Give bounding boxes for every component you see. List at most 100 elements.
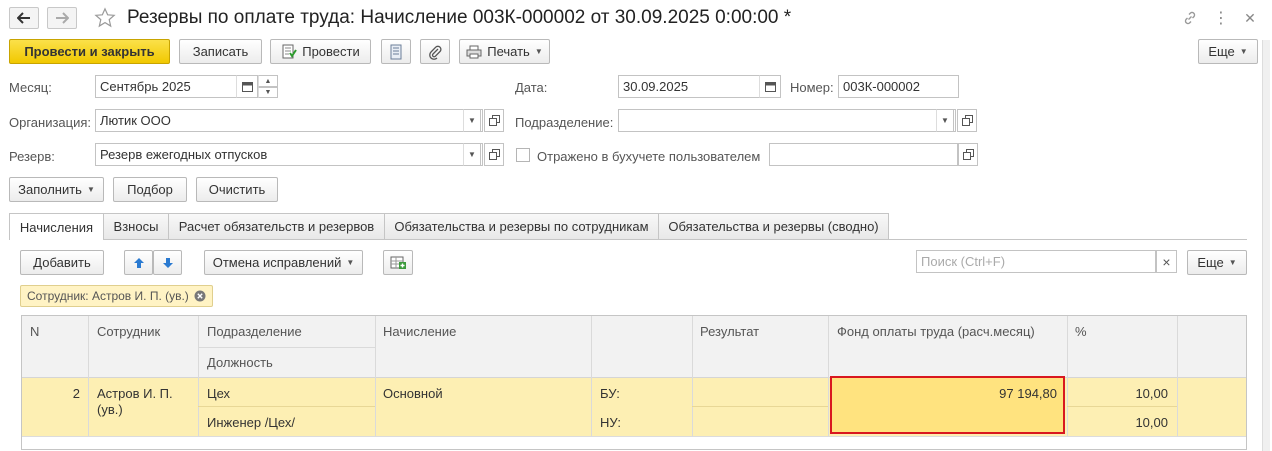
row-fund[interactable]: 97 194,80 xyxy=(837,386,1057,401)
tab-by-employees[interactable]: Обязательства и резервы по сотрудникам xyxy=(384,213,659,239)
arrow-left-icon xyxy=(17,12,30,24)
month-decrement-button[interactable]: ▼ xyxy=(258,87,278,98)
table-more-label: Еще xyxy=(1197,255,1224,270)
col-header-position[interactable]: Должность xyxy=(207,355,273,370)
month-field[interactable]: Сентябрь 2025 xyxy=(95,75,258,98)
fund-cell-selected[interactable] xyxy=(830,376,1065,434)
move-down-button[interactable] xyxy=(153,250,182,275)
select-button[interactable]: Подбор xyxy=(113,177,187,202)
move-up-button[interactable] xyxy=(124,250,153,275)
save-button[interactable]: Записать xyxy=(179,39,262,64)
row-separator xyxy=(22,436,1246,437)
attach-files-button[interactable] xyxy=(420,39,450,64)
row-subdivider xyxy=(692,406,828,407)
organization-open-button[interactable] xyxy=(484,109,504,132)
reserve-dropdown-button[interactable]: ▼ xyxy=(463,143,481,166)
month-increment-button[interactable]: ▲ xyxy=(258,75,278,87)
remove-filter-icon[interactable] xyxy=(194,290,206,302)
department-open-button[interactable] xyxy=(957,109,977,132)
number-label: Номер: xyxy=(790,80,834,95)
cancel-corrections-button[interactable]: Отмена исправлений ▼ xyxy=(204,250,363,275)
department-dropdown-button[interactable]: ▼ xyxy=(936,109,954,132)
department-label: Подразделение: xyxy=(515,115,614,130)
row-number: 2 xyxy=(72,386,80,401)
add-row-button[interactable]: Добавить xyxy=(20,250,104,275)
col-header-percent[interactable]: % xyxy=(1075,324,1087,339)
organization-dropdown-button[interactable]: ▼ xyxy=(463,109,481,132)
print-label: Печать xyxy=(487,44,530,59)
calendar-button[interactable] xyxy=(236,75,258,98)
window-title: Резервы по оплате труда: Начисление 003К… xyxy=(127,7,792,28)
tab-strip-line xyxy=(9,239,1247,240)
col-header-employee[interactable]: Сотрудник xyxy=(97,324,160,339)
post-button[interactable]: Провести xyxy=(270,39,371,64)
tab-accruals[interactable]: Начисления xyxy=(9,213,104,240)
row-percent-bu[interactable]: 10,00 xyxy=(1072,386,1168,401)
reflected-checkbox[interactable] xyxy=(516,148,530,162)
open-window-icon xyxy=(962,149,974,160)
employee-filter-chip[interactable]: Сотрудник: Астров И. П. (ув.) xyxy=(20,285,213,307)
row-employee[interactable]: Астров И. П. (ув.) xyxy=(97,386,189,418)
vertical-scrollbar[interactable] xyxy=(1262,40,1270,451)
favorite-star-icon[interactable] xyxy=(93,6,117,30)
table-more-button[interactable]: Еще ▼ xyxy=(1187,250,1247,275)
col-divider xyxy=(1177,316,1178,436)
tab-calculation[interactable]: Расчет обязательств и резервов xyxy=(168,213,385,239)
organization-field[interactable]: Лютик ООО xyxy=(95,109,483,132)
fill-button[interactable]: Заполнить ▼ xyxy=(9,177,104,202)
printer-icon xyxy=(466,45,482,58)
department-field[interactable] xyxy=(618,109,956,132)
more-vertical-icon[interactable]: ⋮ xyxy=(1211,8,1231,28)
post-and-close-label: Провести и закрыть xyxy=(24,44,155,59)
chevron-down-icon: ▼ xyxy=(1239,47,1248,56)
paperclip-icon xyxy=(429,45,442,60)
close-icon[interactable]: ✕ xyxy=(1240,8,1260,28)
col-divider xyxy=(692,316,693,436)
journal-button[interactable] xyxy=(381,39,411,64)
chevron-down-icon: ▼ xyxy=(1228,258,1237,267)
col-header-result[interactable]: Результат xyxy=(700,324,759,339)
row-percent-nu[interactable]: 10,00 xyxy=(1072,415,1168,430)
cancel-corrections-label: Отмена исправлений xyxy=(212,255,342,270)
col-header-accrual[interactable]: Начисление xyxy=(383,324,456,339)
table-search-input[interactable]: Поиск (Ctrl+F) xyxy=(916,250,1156,273)
date-field[interactable]: 30.09.2025 xyxy=(618,75,781,98)
reflected-user-field[interactable] xyxy=(769,143,958,166)
row-subdivider xyxy=(198,406,375,407)
clear-button[interactable]: Очистить xyxy=(196,177,278,202)
more-button[interactable]: Еще ▼ xyxy=(1198,39,1258,64)
tab-summary[interactable]: Обязательства и резервы (сводно) xyxy=(658,213,889,239)
row-accrual[interactable]: Основной xyxy=(383,386,443,401)
table-plus-icon xyxy=(390,256,406,269)
col-header-department[interactable]: Подразделение xyxy=(207,324,302,339)
link-icon[interactable] xyxy=(1180,8,1200,28)
back-button[interactable] xyxy=(9,7,39,29)
table-settings-button[interactable] xyxy=(383,250,413,275)
forward-button[interactable] xyxy=(47,7,77,29)
reserve-label: Резерв: xyxy=(9,149,55,164)
month-label: Месяц: xyxy=(9,80,52,95)
tab-summary-label: Обязательства и резервы (сводно) xyxy=(668,219,879,234)
row-position[interactable]: Инженер /Цех/ xyxy=(207,415,295,430)
tab-contributions[interactable]: Взносы xyxy=(103,213,169,239)
post-and-close-button[interactable]: Провести и закрыть xyxy=(9,39,170,64)
post-document-icon xyxy=(282,44,298,58)
number-field[interactable]: 003К-000002 xyxy=(838,75,959,98)
calendar-icon xyxy=(764,82,776,92)
reserve-open-button[interactable] xyxy=(484,143,504,166)
reflected-open-button[interactable] xyxy=(958,143,978,166)
row-department[interactable]: Цех xyxy=(207,386,230,401)
organization-label: Организация: xyxy=(9,115,92,130)
col-header-n[interactable]: N xyxy=(30,324,39,339)
accruals-table[interactable]: N Сотрудник Подразделение Должность Начи… xyxy=(21,315,1247,450)
search-clear-button[interactable]: × xyxy=(1156,250,1177,273)
date-calendar-button[interactable] xyxy=(759,75,781,98)
reserve-field[interactable]: Резерв ежегодных отпусков xyxy=(95,143,483,166)
print-button[interactable]: Печать ▼ xyxy=(459,39,550,64)
open-window-icon xyxy=(961,115,973,126)
col-divider xyxy=(1067,316,1068,436)
employee-filter-text: Сотрудник: Астров И. П. (ув.) xyxy=(27,289,189,303)
col-header-fund[interactable]: Фонд оплаты труда (расч.месяц) xyxy=(837,324,1035,339)
open-window-icon xyxy=(488,115,500,126)
header-subdivider xyxy=(198,347,375,348)
